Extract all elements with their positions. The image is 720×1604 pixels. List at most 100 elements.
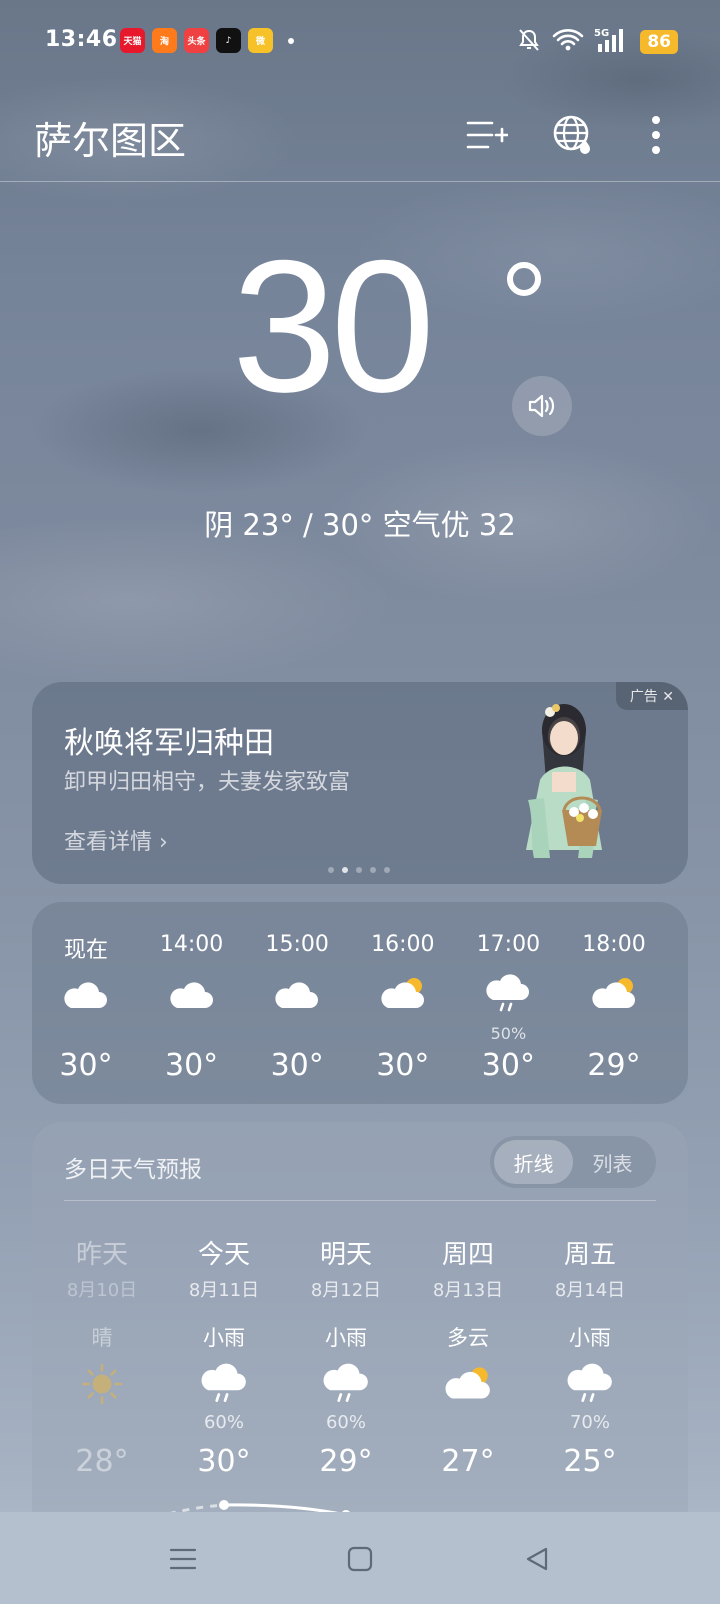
douyin-app-icon: ♪ — [216, 28, 241, 53]
hour-weather-icon — [378, 974, 428, 1014]
ad-page-dot — [384, 867, 390, 873]
more-notifications-dot — [288, 37, 294, 44]
day-name: 周四 — [441, 1240, 494, 1270]
notification-app-icons: 天猫淘头条 ♪ 微 — [120, 28, 294, 53]
day-date: 8月12日 — [310, 1280, 382, 1301]
add-city-icon — [466, 121, 508, 149]
hour-precip-chance: 50% — [490, 1024, 527, 1043]
day-condition: 小雨 — [325, 1326, 367, 1350]
light-rain-icon — [486, 974, 530, 1012]
ad-banner[interactable]: 广告 ✕ 秋唤将军归种田 卸甲归田相守，夫妻发家致富 查看详情 › — [32, 682, 688, 884]
recent-apps-button[interactable] — [158, 1534, 208, 1584]
hour-temperature: 30° — [376, 1048, 430, 1083]
light-rain-icon — [323, 1363, 368, 1402]
back-triangle-icon — [526, 1547, 548, 1571]
more-vertical-icon — [652, 116, 660, 154]
day-condition: 小雨 — [203, 1326, 245, 1350]
hour-time: 17:00 — [476, 932, 541, 957]
partly-cloudy-icon — [381, 978, 424, 1008]
home-square-icon — [347, 1546, 373, 1572]
day-date: 8月13日 — [432, 1280, 504, 1301]
multi-day-title: 多日天气预报 — [64, 1157, 202, 1183]
more-options-button[interactable] — [631, 110, 681, 160]
system-navigation-bar — [0, 1512, 720, 1604]
day-name: 明天 — [319, 1240, 372, 1270]
day-high-temperature: 25° — [563, 1444, 617, 1479]
status-bar: 13:46 天猫淘头条 ♪ 微 5G 86 — [0, 0, 720, 82]
hourly-forecast[interactable]: 现在 30° 14:00 30° 15:00 30° 16:00 30° 17:00 50% 30°… — [32, 902, 688, 1104]
taobao-app-icon: 淘 — [152, 28, 177, 53]
day-weather-icon — [564, 1362, 616, 1406]
day-name: 周五 — [563, 1240, 616, 1270]
cloudy-icon — [64, 982, 107, 1008]
hour-temperature: 29° — [587, 1048, 641, 1083]
toutiao-app-icon: 头条 — [184, 28, 209, 53]
cloudy-icon — [275, 982, 319, 1008]
status-icons: 5G 86 — [516, 26, 678, 58]
cloudy-icon — [169, 982, 213, 1008]
hour-weather-icon — [272, 974, 322, 1014]
day-condition: 多云 — [447, 1326, 489, 1350]
day-high-temperature: 30° — [197, 1444, 251, 1479]
hour-weather-icon — [61, 974, 111, 1014]
ad-subtitle: 卸甲归田相守，夫妻发家致富 — [64, 770, 351, 795]
back-button[interactable] — [512, 1534, 562, 1584]
day-name: 今天 — [197, 1240, 250, 1270]
day-precip-chance: 60% — [325, 1412, 366, 1433]
day-high-temperature: 27° — [441, 1444, 495, 1479]
weibo-app-icon: 微 — [248, 28, 273, 53]
partly-cloudy-icon — [445, 1367, 490, 1399]
hour-weather-icon — [167, 974, 217, 1014]
wifi-icon — [552, 27, 584, 57]
day-date: 8月11日 — [188, 1280, 260, 1301]
hour-time: 18:00 — [582, 932, 646, 957]
location-title[interactable]: 萨尔图区 — [34, 110, 186, 165]
hour-temperature: 30° — [270, 1048, 324, 1083]
weather-summary[interactable]: 阴 23° / 30° 空气优 32 — [0, 502, 720, 544]
day-weather-icon — [198, 1362, 250, 1406]
mute-icon — [516, 27, 542, 57]
degree-symbol — [507, 262, 541, 296]
hour-weather-icon — [589, 974, 639, 1014]
day-date: 8月14日 — [554, 1280, 626, 1301]
speaker-icon — [528, 394, 555, 418]
manage-cities-button[interactable] — [462, 110, 512, 160]
light-rain-icon — [567, 1363, 612, 1402]
sunny-icon — [82, 1364, 122, 1404]
hour-time: 14:00 — [159, 932, 224, 957]
tmall-app-icon: 天猫 — [120, 28, 145, 53]
day-precip-chance: 60% — [203, 1412, 244, 1433]
ad-pagination-dots — [328, 867, 390, 873]
ad-page-dot — [356, 867, 362, 873]
current-temperature: 30 — [232, 221, 435, 431]
day-date: 8月10日 — [66, 1280, 138, 1301]
multi-day-forecast: 多日天气预报 折线 列表 昨天 8月10日晴 28° 今天 8月11日 小雨 60% 30° 明… — [32, 1122, 688, 1522]
ad-details-link[interactable]: 查看详情 › — [64, 824, 168, 856]
battery-indicator: 86 — [640, 30, 678, 54]
toggle-line-chart[interactable]: 折线 — [494, 1140, 573, 1184]
toggle-list[interactable]: 列表 — [573, 1140, 652, 1184]
day-condition: 小雨 — [569, 1326, 611, 1350]
global-weather-button[interactable] — [548, 110, 598, 160]
day-condition: 晴 — [91, 1326, 113, 1350]
partly-cloudy-icon — [592, 978, 635, 1008]
light-rain-icon — [201, 1363, 246, 1402]
hour-time: 16:00 — [371, 932, 435, 957]
day-high-temperature: 28° — [75, 1444, 129, 1479]
hour-time: 现在 — [63, 938, 108, 963]
home-button[interactable] — [335, 1534, 385, 1584]
hour-weather-icon — [483, 974, 533, 1014]
menu-icon — [169, 1548, 197, 1570]
view-toggle: 折线 列表 — [490, 1136, 656, 1188]
hour-temperature: 30° — [165, 1048, 219, 1083]
hour-temperature: 30° — [481, 1048, 535, 1083]
cellular-signal-icon: 5G — [594, 26, 630, 58]
ad-page-dot — [342, 867, 348, 873]
ad-title: 秋唤将军归种田 — [64, 726, 274, 761]
hour-time: 15:00 — [265, 932, 329, 957]
globe-icon — [553, 115, 590, 154]
network-type: 5G — [594, 28, 609, 39]
hour-temperature: 30° — [59, 1048, 113, 1083]
voice-broadcast-button[interactable] — [512, 376, 572, 436]
ad-character-image — [480, 690, 640, 880]
